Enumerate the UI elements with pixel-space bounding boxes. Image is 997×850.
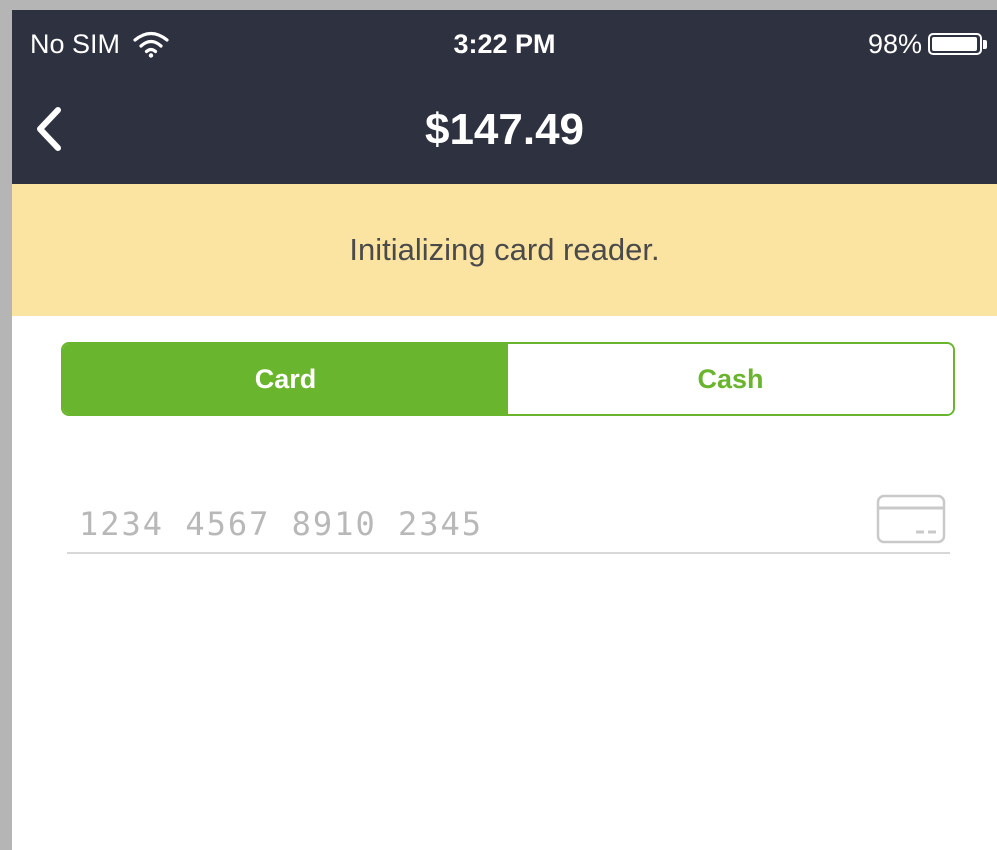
status-time: 3:22 PM [453,29,556,59]
battery-tip [983,39,987,49]
nav-bar: $147.49 [12,76,997,184]
frame-border-top [0,0,997,10]
nav-title-amount: $147.49 [424,105,585,154]
battery-level-fill [932,37,978,51]
status-banner: Initializing card reader. [12,184,997,316]
header: No SIM 3:22 PM 98% $147.49 [12,10,997,184]
credit-card-icon [876,494,946,544]
battery-status: 98% [868,28,987,60]
segment-cash[interactable]: Cash [508,344,953,414]
card-number-field [67,494,950,554]
card-number-input[interactable] [67,498,847,550]
banner-message: Initializing card reader. [349,232,660,267]
payment-method-toggle: Card Cash [61,342,955,416]
frame-border-left [0,0,12,850]
segment-card[interactable]: Card [63,344,508,414]
battery-percent: 98% [867,29,922,59]
screen: No SIM 3:22 PM 98% $147.49 Initializing … [12,10,997,850]
battery-icon [928,33,982,55]
status-bar: No SIM 3:22 PM 98% [12,10,997,76]
device-frame: No SIM 3:22 PM 98% $147.49 Initializing … [0,0,997,850]
